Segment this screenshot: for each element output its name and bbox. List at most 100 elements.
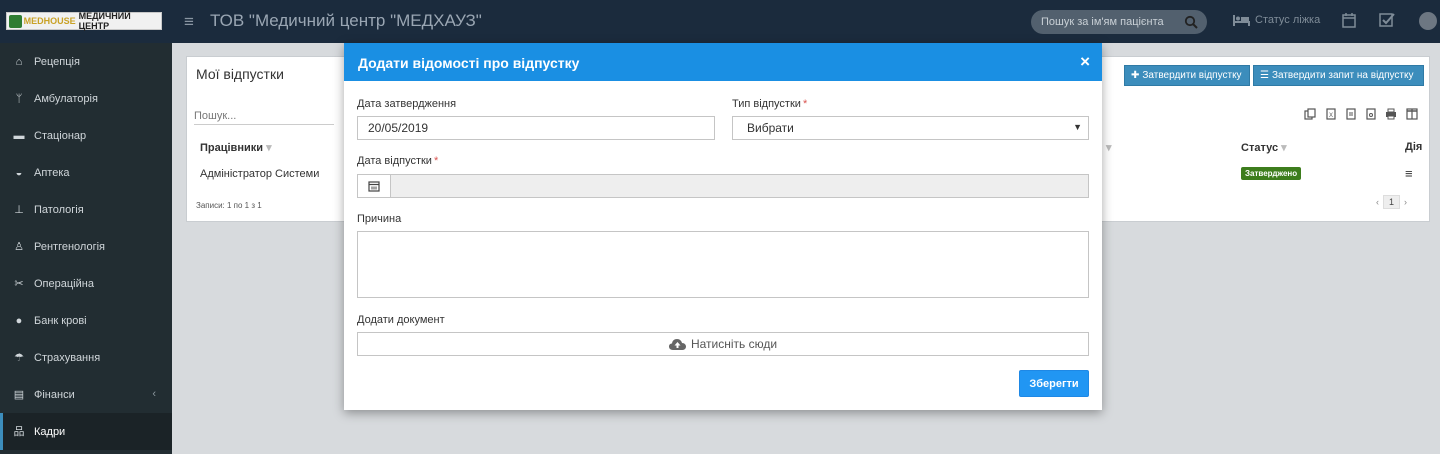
patient-search-input[interactable] [1041, 14, 1176, 30]
reason-textarea[interactable] [357, 231, 1089, 298]
scissors-icon: ✂ [14, 277, 24, 290]
reception-icon: ⌂ [15, 55, 23, 68]
microscope-icon: ⊥ [14, 203, 24, 216]
upload-dropzone[interactable]: Натисніть сюди [357, 332, 1089, 356]
csv-icon[interactable] [1345, 108, 1357, 120]
status-badge: Затверджено [1241, 167, 1302, 180]
approve-vacation-button[interactable]: ✚ Затвердити відпустку [1124, 65, 1250, 86]
calendar-icon[interactable] [357, 174, 391, 198]
panel-title: Мої відпустки [196, 66, 284, 82]
modal-header: Додати відомості про відпустку × [344, 43, 1102, 81]
stethoscope-icon: ᛘ [15, 92, 23, 105]
required-mark: * [433, 155, 439, 167]
leave-type-label: Тип відпустки * [732, 98, 807, 110]
top-bar: MEDHOUSE МЕДИЧНИЙ ЦЕНТР ≡ ТОВ "Медичний … [0, 0, 1440, 43]
approval-date-label: Дата затвердження [357, 98, 457, 110]
reason-label: Причина [357, 213, 402, 225]
leave-date-label: Дата відпустки * [357, 155, 438, 167]
columns-icon[interactable] [1406, 108, 1418, 120]
sort-icon: ▾ [266, 142, 272, 154]
leave-date-input[interactable] [390, 174, 1089, 198]
bed-icon [1233, 15, 1250, 26]
prev-page-icon[interactable]: ‹ [1376, 197, 1379, 207]
approve-request-button[interactable]: ☰ Затвердити запит на відпустку [1253, 65, 1424, 86]
sidebar-item-blood-bank[interactable]: ● Банк крові [0, 302, 172, 339]
logo[interactable]: MEDHOUSE МЕДИЧНИЙ ЦЕНТР [6, 11, 162, 31]
sidebar-item-reception[interactable]: ⌂ Рецепція [0, 43, 172, 80]
patient-search [1031, 10, 1207, 34]
mortar-icon: ◒ [15, 166, 23, 179]
sidebar-item-insurance[interactable]: ☂ Страхування [0, 339, 172, 376]
sort-icon[interactable]: ▾ [1106, 141, 1112, 154]
close-icon[interactable]: × [1080, 52, 1090, 72]
approve-request-label: Затвердити запит на відпустку [1271, 70, 1414, 81]
logo-text: МЕДИЧНИЙ ЦЕНТР [78, 11, 131, 31]
plus-icon: ✚ [1131, 70, 1140, 81]
page-number[interactable]: 1 [1383, 195, 1401, 209]
pdf-icon[interactable] [1365, 108, 1377, 120]
sidebar-item-radiology[interactable]: ♙ Рентгенологія [0, 228, 172, 265]
sidebar-item-label: Аптека [34, 166, 70, 179]
sort-icon: ▾ [1281, 142, 1287, 154]
print-icon[interactable] [1385, 108, 1397, 120]
table-search-input[interactable] [194, 108, 334, 125]
xray-icon: ♙ [14, 240, 24, 253]
menu-toggle-icon[interactable]: ≡ [184, 12, 194, 32]
sidebar-item-operating-room[interactable]: ✂ Операційна [0, 265, 172, 302]
modal-title: Додати відомості про відпустку [358, 55, 580, 71]
approve-vacation-label: Затвердити відпустку [1142, 70, 1242, 81]
sidebar-item-outpatient[interactable]: ᛘ Амбулаторія [0, 80, 172, 117]
sidebar-item-label: Рентгенологія [34, 240, 105, 253]
leave-type-select[interactable]: Вибрати ▼ [732, 116, 1089, 140]
calendar-glyph-icon [368, 181, 380, 192]
column-employees-label: Працівники [200, 142, 263, 154]
sidebar-item-label: Фінанси [34, 388, 75, 401]
row-actions-menu-icon[interactable]: ≡ [1405, 166, 1413, 181]
logo-brand: MEDHOUSE [23, 16, 76, 26]
sidebar-item-label: Амбулаторія [34, 92, 98, 105]
sidebar-item-label: Кадри [34, 425, 66, 438]
leave-date-label-text: Дата відпустки [357, 155, 432, 167]
sidebar-item-finance[interactable]: ▤ Фінанси ‹ [0, 376, 172, 413]
chevron-left-icon: ‹ [152, 388, 156, 400]
user-avatar[interactable] [1419, 12, 1437, 30]
next-page-icon[interactable]: › [1404, 197, 1407, 207]
sidebar-item-pathology[interactable]: ⊥ Патологія [0, 191, 172, 228]
sidebar-item-label: Стаціонар [34, 129, 87, 142]
excel-icon[interactable]: X [1325, 108, 1337, 120]
save-button[interactable]: Зберегти [1019, 370, 1089, 397]
column-header-action: Дія [1405, 141, 1423, 153]
document-label: Додати документ [357, 314, 445, 326]
calendar-icon[interactable] [1341, 12, 1357, 28]
bed-status-label: Статус ліжка [1255, 14, 1321, 26]
sidebar-item-label: Операційна [34, 277, 94, 290]
copy-icon[interactable] [1304, 108, 1316, 120]
logo-mark-icon [9, 14, 22, 28]
checkbox-tasks-icon[interactable] [1379, 12, 1395, 28]
cell-employee: Адміністратор Системи [200, 168, 320, 180]
bed-status-link[interactable]: Статус ліжка [1233, 14, 1320, 26]
caret-down-icon: ▼ [1073, 122, 1082, 132]
leave-type-label-text: Тип відпустки [732, 98, 801, 110]
blood-drop-icon: ● [15, 314, 23, 327]
sidebar-item-pharmacy[interactable]: ◒ Аптека [0, 154, 172, 191]
list-icon: ☰ [1260, 70, 1269, 81]
column-header-status[interactable]: Статус ▾ [1241, 141, 1287, 154]
search-icon[interactable] [1184, 15, 1198, 29]
leave-date-group [357, 174, 1089, 198]
approval-date-input[interactable] [357, 116, 715, 140]
sidebar-item-hr[interactable]: 品 Кадри [0, 413, 172, 450]
upload-label: Натисніть сюди [690, 337, 778, 351]
sidebar-item-label: Патологія [34, 203, 84, 216]
money-icon: ▤ [13, 388, 25, 401]
bed-icon: ▬ [13, 129, 25, 142]
sidebar-item-label: Банк крові [34, 314, 87, 327]
app-title: ТОВ "Медичний центр "МЕДХАУЗ" [210, 11, 482, 30]
sidebar: ⌂ Рецепція ᛘ Амбулаторія ▬ Стаціонар ◒ Аптек… [0, 43, 172, 454]
umbrella-icon: ☂ [14, 351, 24, 364]
leave-type-selected: Вибрати [747, 121, 794, 135]
column-header-employees[interactable]: Працівники ▾ [200, 141, 272, 154]
sidebar-item-inpatient[interactable]: ▬ Стаціонар [0, 117, 172, 154]
required-mark: * [802, 98, 808, 110]
column-status-label: Статус [1241, 142, 1279, 154]
